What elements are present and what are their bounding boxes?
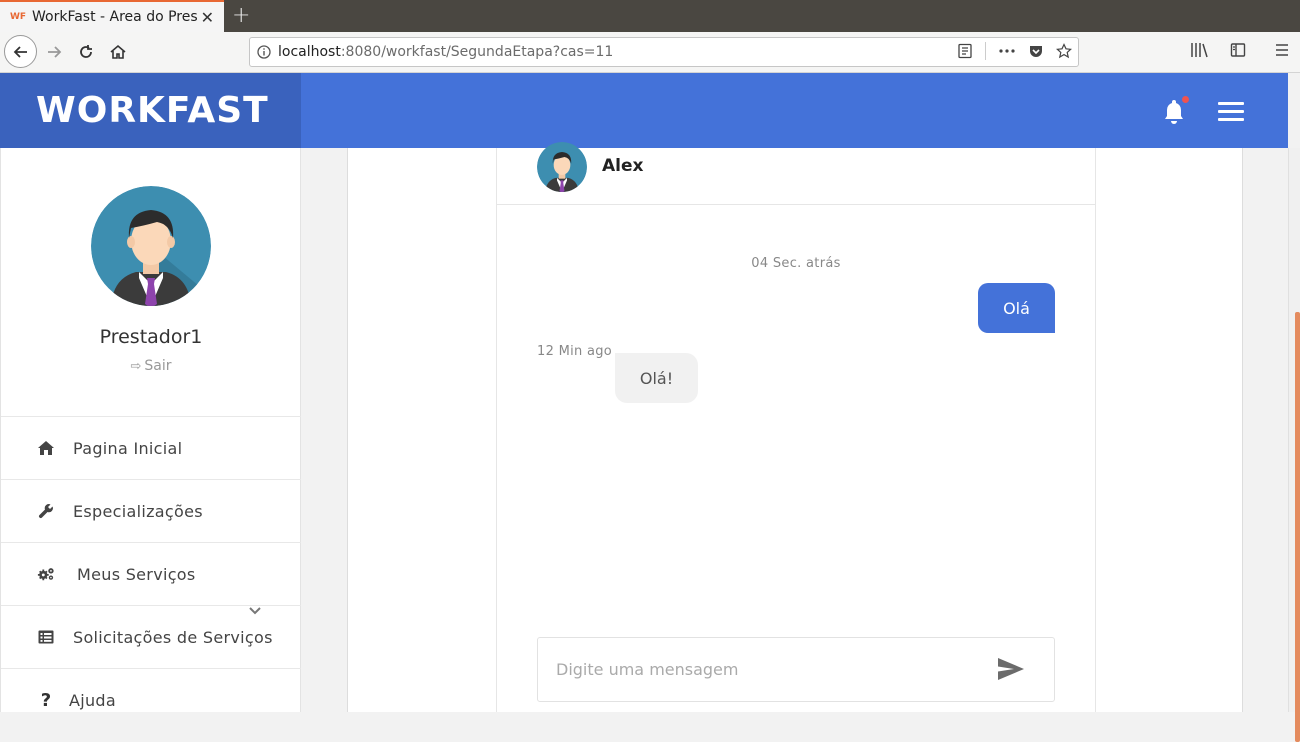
favicon-text: WF bbox=[10, 12, 27, 22]
sidebar-item-especializacoes[interactable]: Especializações bbox=[1, 479, 301, 542]
url-text: localhost:8080/workfast/SegundaEtapa?cas… bbox=[278, 44, 613, 60]
chat-header: Alex bbox=[497, 142, 1095, 205]
sidebar-item-label: Meus Serviços bbox=[77, 564, 196, 584]
send-icon bbox=[998, 658, 1024, 680]
hamburger-menu-icon[interactable] bbox=[1217, 101, 1245, 123]
app-header: WORKFAST bbox=[0, 73, 1288, 148]
browser-navbar: localhost:8080/workfast/SegundaEtapa?cas… bbox=[0, 32, 1300, 73]
contact-name: Alex bbox=[602, 156, 644, 176]
profile-name: Prestador1 bbox=[99, 326, 203, 348]
browser-home-icon bbox=[110, 44, 126, 59]
message-composer bbox=[537, 637, 1055, 702]
back-arrow-icon bbox=[13, 45, 27, 58]
logo-container[interactable]: WORKFAST bbox=[0, 73, 301, 148]
sidebar-item-label: Pagina Inicial bbox=[73, 438, 183, 458]
scrollbar-thumb[interactable] bbox=[1295, 312, 1300, 742]
reload-button[interactable] bbox=[70, 36, 102, 68]
more-actions-icon[interactable] bbox=[998, 43, 1016, 59]
back-button[interactable] bbox=[4, 35, 37, 68]
pocket-icon[interactable] bbox=[1028, 43, 1044, 59]
sidebar-menu: Pagina Inicial Especializações Meus Serv… bbox=[1, 416, 301, 731]
chat-window: Alex 04 Sec. atrás Olá 12 Min ago Olá! bbox=[496, 142, 1096, 712]
sidebar-item-ajuda[interactable]: ? Ajuda bbox=[1, 668, 301, 731]
bookmark-star-icon[interactable] bbox=[1056, 43, 1072, 59]
logout-link[interactable]: ⇨ Sair bbox=[1, 358, 301, 374]
profile-avatar bbox=[91, 186, 211, 306]
tab-title: WorkFast - Area do Prestador bbox=[32, 9, 197, 25]
main-content: Alex 04 Sec. atrás Olá 12 Min ago Olá! bbox=[347, 142, 1243, 712]
library-icon[interactable] bbox=[1190, 42, 1208, 58]
wrench-icon bbox=[37, 502, 55, 520]
sidebar: Prestador1 ⇨ Sair Pagina Inicial Especial… bbox=[0, 148, 301, 712]
sidebar-item-label: Especializações bbox=[73, 501, 203, 521]
forward-arrow-icon bbox=[48, 46, 62, 58]
browser-tab[interactable]: WF WorkFast - Area do Prestador ✕ bbox=[0, 0, 224, 32]
contact-avatar bbox=[537, 142, 587, 192]
home-button[interactable] bbox=[102, 36, 134, 68]
browser-tab-strip: WF WorkFast - Area do Prestador ✕ + bbox=[0, 0, 1300, 32]
site-favicon-icon: WF bbox=[10, 10, 26, 24]
new-tab-icon[interactable]: + bbox=[232, 3, 250, 28]
message-input[interactable] bbox=[538, 638, 978, 701]
message-timestamp: 04 Sec. atrás bbox=[751, 256, 841, 271]
url-path: :8080/workfast/SegundaEtapa?cas=11 bbox=[340, 44, 614, 60]
gears-icon bbox=[37, 565, 55, 583]
send-button[interactable] bbox=[996, 656, 1026, 684]
reload-icon bbox=[80, 45, 92, 58]
site-info-icon[interactable] bbox=[250, 45, 278, 59]
app-logo[interactable]: WORKFAST bbox=[36, 90, 269, 131]
message-timestamp: 12 Min ago bbox=[537, 344, 613, 359]
sign-out-icon: ⇨ bbox=[130, 359, 142, 374]
page-scrollbar[interactable] bbox=[1288, 148, 1300, 742]
sidebar-item-label: Solicitações de Serviços bbox=[73, 627, 273, 647]
chevron-down-icon[interactable] bbox=[249, 600, 261, 619]
tab-close-icon[interactable]: ✕ bbox=[201, 8, 214, 27]
forward-button[interactable] bbox=[38, 36, 70, 68]
sidebar-item-label: Ajuda bbox=[69, 690, 116, 710]
sidebar-item-meus-servicos[interactable]: Meus Serviços bbox=[1, 542, 301, 605]
notification-dot bbox=[1182, 96, 1189, 103]
list-icon bbox=[37, 628, 55, 646]
sidebar-item-solicitacoes[interactable]: Solicitações de Serviços bbox=[1, 605, 301, 668]
sidebar-toggle-icon[interactable] bbox=[1230, 42, 1246, 58]
address-bar[interactable]: localhost:8080/workfast/SegundaEtapa?cas… bbox=[249, 37, 1079, 67]
browser-menu-icon[interactable] bbox=[1274, 42, 1290, 58]
logout-label: Sair bbox=[144, 358, 172, 374]
url-host: localhost bbox=[278, 44, 341, 60]
home-icon bbox=[37, 439, 55, 457]
question-icon: ? bbox=[40, 689, 52, 711]
reader-view-icon[interactable] bbox=[957, 43, 973, 59]
incoming-message-bubble: Olá! bbox=[615, 353, 698, 403]
outgoing-message-bubble: Olá bbox=[978, 283, 1055, 333]
sidebar-item-pagina-inicial[interactable]: Pagina Inicial bbox=[1, 416, 301, 479]
